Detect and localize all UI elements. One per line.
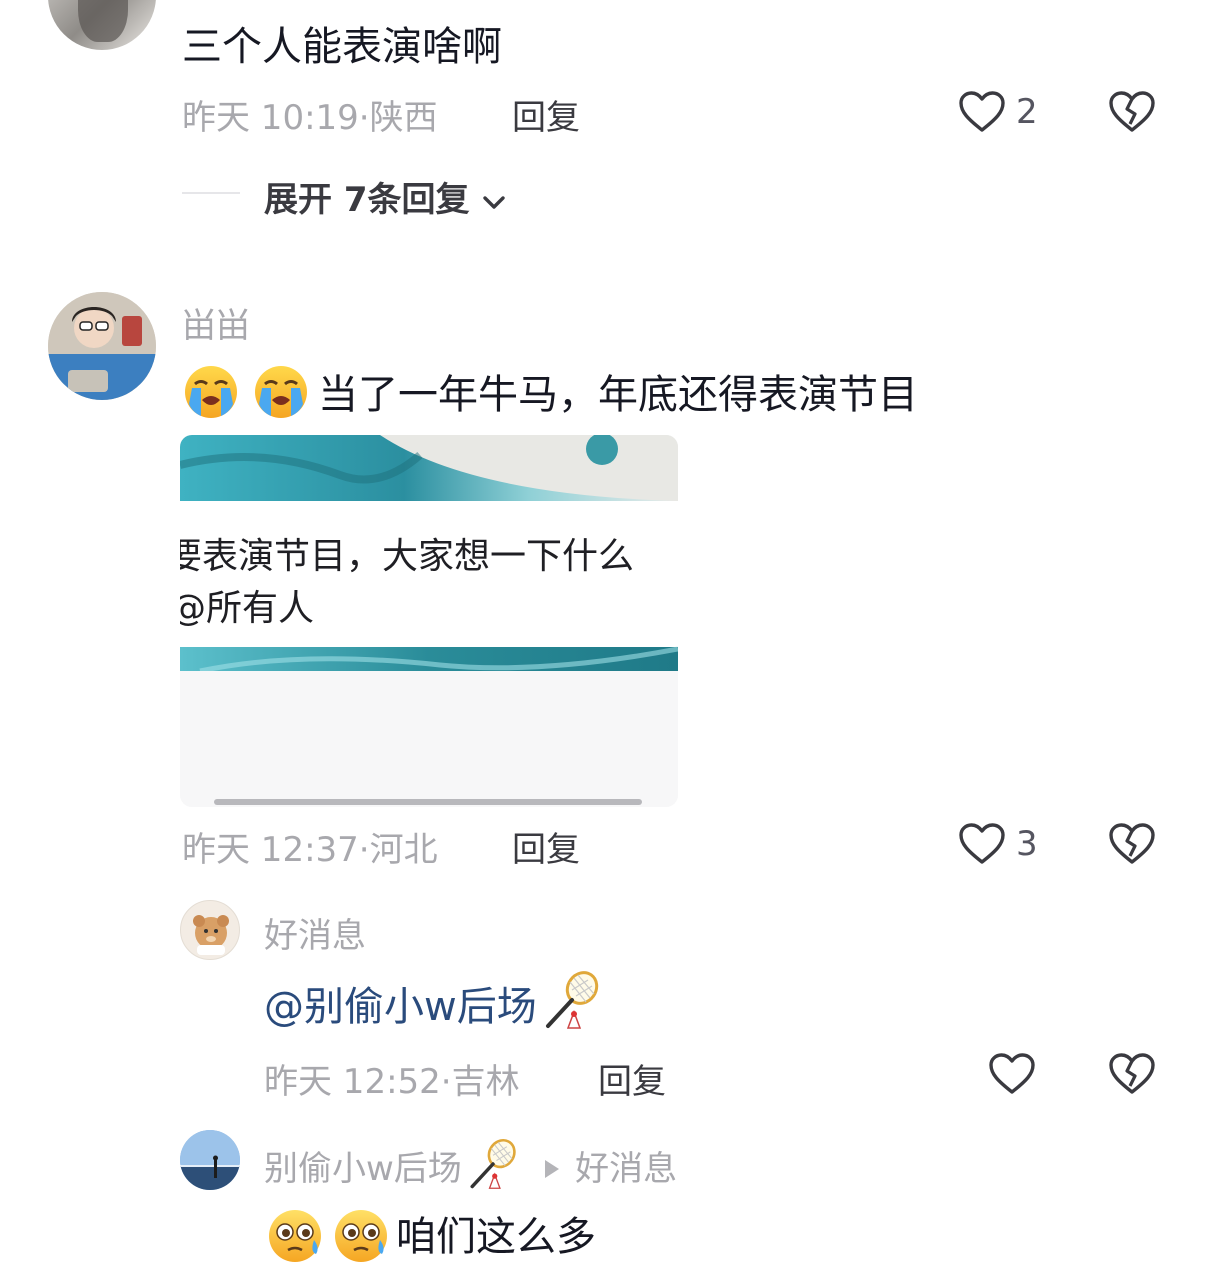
reply-arrow-icon bbox=[545, 1160, 559, 1178]
pleading-face-icon bbox=[335, 1210, 387, 1262]
pleading-face-icon bbox=[269, 1210, 321, 1262]
comment-text: 三个人能表演啥啊 bbox=[182, 24, 502, 70]
comment-time: 昨天 12:37 bbox=[182, 830, 359, 870]
heart-icon[interactable] bbox=[988, 1052, 1036, 1096]
chevron-down-icon bbox=[483, 195, 506, 209]
commenter-avatar[interactable] bbox=[48, 0, 156, 50]
expand-replies-button[interactable]: 展开 7条回复 bbox=[264, 172, 507, 221]
reply-text-row: 咱们这么多 bbox=[264, 1204, 596, 1264]
comment-username[interactable]: 畄畄 bbox=[182, 298, 250, 347]
comment-meta: 昨天 12:37·河北 bbox=[182, 822, 438, 871]
reply-to-username[interactable]: 好消息 bbox=[575, 1149, 677, 1189]
reply-text: 咱们这么多 bbox=[396, 1214, 596, 1260]
commenter-avatar[interactable] bbox=[48, 292, 156, 400]
meta-separator: · bbox=[440, 1062, 452, 1102]
reply-location: 吉林 bbox=[451, 1062, 520, 1102]
broken-heart-icon[interactable] bbox=[1108, 1052, 1156, 1096]
heart-icon[interactable] bbox=[958, 822, 1006, 866]
comment-image-text-line1: 要表演节目，大家想一下什么 bbox=[180, 536, 635, 577]
reply-header: 别偷小w后场 好消息 bbox=[264, 1138, 677, 1190]
badminton-icon bbox=[545, 971, 599, 1029]
comment-meta: 昨天 10:19·陕西 bbox=[182, 90, 438, 139]
avatar-image bbox=[48, 292, 156, 400]
reply-username[interactable]: 好消息 bbox=[264, 908, 366, 957]
heart-icon[interactable] bbox=[958, 90, 1006, 134]
comment-image[interactable]: 要表演节目，大家想一下什么 @所有人 bbox=[180, 435, 678, 807]
badminton-icon bbox=[470, 1138, 516, 1189]
meta-separator: · bbox=[358, 98, 370, 138]
reply-time: 昨天 12:52 bbox=[264, 1062, 441, 1102]
avatar-image bbox=[193, 915, 229, 955]
reply-meta: 昨天 12:52·吉林 bbox=[264, 1054, 520, 1103]
broken-heart-icon[interactable] bbox=[1108, 90, 1156, 134]
reply-button[interactable]: 回复 bbox=[598, 1054, 666, 1103]
reply-button[interactable]: 回复 bbox=[512, 822, 580, 871]
reply-button[interactable]: 回复 bbox=[512, 90, 580, 139]
replier-avatar[interactable] bbox=[180, 900, 240, 960]
avatar-image bbox=[180, 1130, 240, 1190]
replier-avatar[interactable] bbox=[180, 1130, 240, 1190]
comment-text: 当了一年牛马，年底还得表演节目 bbox=[318, 372, 918, 418]
comment-location: 陕西 bbox=[369, 98, 438, 138]
mention-link[interactable]: @别偷小w后场 bbox=[264, 984, 537, 1030]
expand-divider bbox=[182, 192, 240, 194]
comment-image-text-line2: @所有人 bbox=[180, 588, 315, 629]
reply-text-row: @别偷小w后场 bbox=[264, 970, 602, 1032]
like-count: 3 bbox=[1016, 824, 1038, 864]
expand-replies-label: 展开 7条回复 bbox=[264, 180, 470, 220]
loudly-crying-face-icon bbox=[185, 366, 237, 418]
broken-heart-icon[interactable] bbox=[1108, 822, 1156, 866]
reply-username[interactable]: 别偷小w后场 bbox=[264, 1149, 462, 1189]
comment-location: 河北 bbox=[369, 830, 438, 870]
comment-text-row: 当了一年牛马，年底还得表演节目 bbox=[182, 362, 918, 418]
loudly-crying-face-icon bbox=[255, 366, 307, 418]
comment-time: 昨天 10:19 bbox=[182, 98, 359, 138]
meta-separator: · bbox=[358, 830, 370, 870]
like-count: 2 bbox=[1016, 92, 1038, 132]
